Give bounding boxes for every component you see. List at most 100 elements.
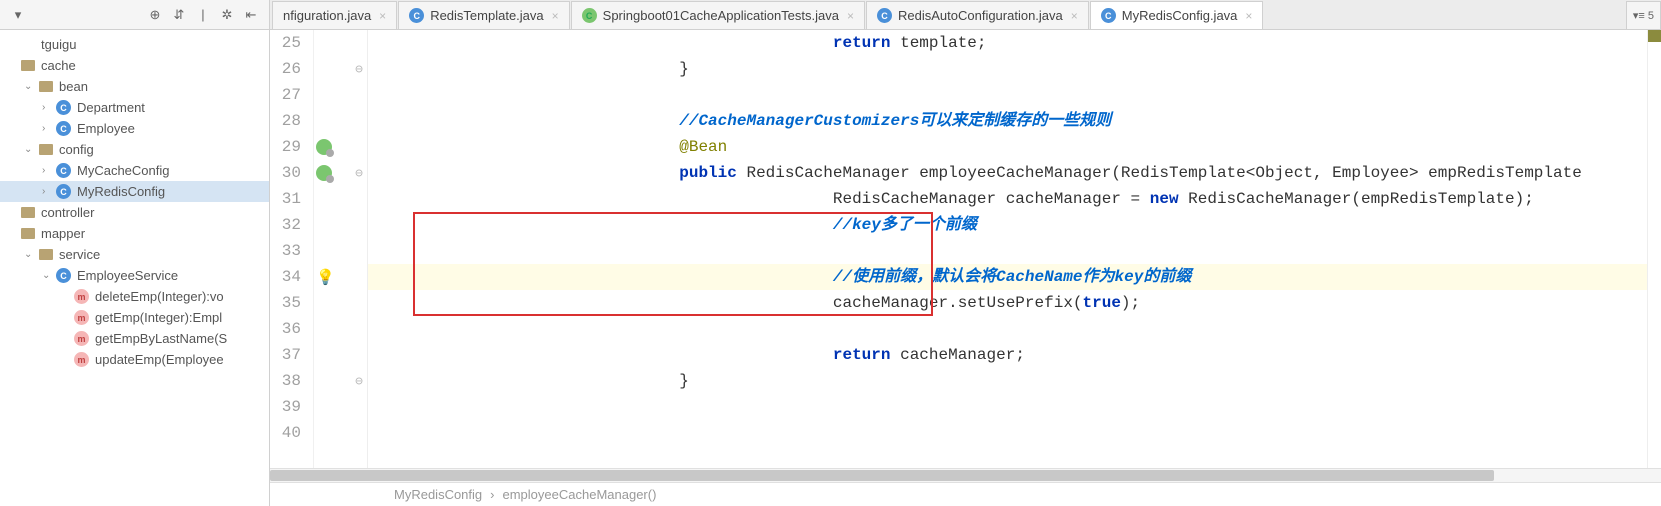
line-number[interactable]: 38 [270, 368, 301, 394]
scrollbar-thumb[interactable] [270, 470, 1494, 481]
tab-nfiguration-java[interactable]: nfiguration.java × [272, 1, 397, 29]
code-line[interactable]: RedisCacheManager cacheManager = new Red… [368, 186, 1647, 212]
line-number[interactable]: 30 [270, 160, 301, 186]
folder-icon [20, 205, 35, 220]
split-icon[interactable]: ⇵ [171, 7, 187, 23]
tree-label: getEmp(Integer):Empl [95, 310, 222, 325]
chevron-icon[interactable]: ⌄ [24, 144, 36, 155]
project-tree[interactable]: tguigucache⌄bean›CDepartment›CEmployee⌄c… [0, 30, 270, 506]
gear-icon[interactable]: ✲ [219, 7, 235, 23]
code-line[interactable] [368, 82, 1647, 108]
editor-right-rail[interactable] [1647, 30, 1661, 468]
target-icon[interactable]: ⊕ [147, 7, 163, 23]
line-number[interactable]: 36 [270, 316, 301, 342]
close-icon[interactable]: × [1245, 9, 1252, 23]
chevron-icon[interactable]: › [42, 165, 54, 176]
chevron-icon[interactable]: ⌄ [24, 81, 36, 92]
tree-item-mycacheconfig[interactable]: ›CMyCacheConfig [0, 160, 269, 181]
folder-icon [38, 142, 53, 157]
tree-item-employee[interactable]: ›CEmployee [0, 118, 269, 139]
code-line[interactable] [368, 420, 1647, 446]
tree-item-getempbylastname-s[interactable]: mgetEmpByLastName(S [0, 328, 269, 349]
tree-item-cache[interactable]: cache [0, 55, 269, 76]
chevron-icon[interactable]: › [42, 123, 54, 134]
fold-icon[interactable]: ⊖ [355, 374, 363, 389]
line-number[interactable]: 35 [270, 290, 301, 316]
collapse-icon[interactable]: ⇤ [243, 7, 259, 23]
line-number[interactable]: 33 [270, 238, 301, 264]
line-number[interactable]: 29 [270, 134, 301, 160]
tree-item-config[interactable]: ⌄config [0, 139, 269, 160]
code-line[interactable]: return cacheManager; [368, 342, 1647, 368]
method-icon: m [74, 289, 89, 304]
tab-overflow-button[interactable]: ▾≡ 5 [1626, 1, 1661, 29]
tab-redisautoconfiguration-java[interactable]: CRedisAutoConfiguration.java× [866, 1, 1089, 29]
inspection-indicator[interactable] [1648, 30, 1661, 42]
intention-bulb-icon[interactable]: 💡 [316, 268, 335, 287]
line-number[interactable]: 40 [270, 420, 301, 446]
horizontal-scrollbar[interactable] [270, 468, 1661, 482]
chevron-icon[interactable]: ⌄ [24, 249, 36, 260]
tree-item-service[interactable]: ⌄service [0, 244, 269, 265]
class-icon: C [56, 184, 71, 199]
spring-bean-icon[interactable] [316, 165, 332, 181]
code-line[interactable]: //key多了一个前缀 [368, 212, 1647, 238]
code-content[interactable]: return template; } //CacheManagerCustomi… [368, 30, 1647, 468]
code-line[interactable]: } [368, 56, 1647, 82]
editor-area: 25262728293031323334353637383940 ⊖ ⊖ 💡 ⊖ re… [270, 30, 1661, 506]
line-number[interactable]: 32 [270, 212, 301, 238]
breadcrumb-class[interactable]: MyRedisConfig [390, 487, 486, 502]
line-number[interactable]: 39 [270, 394, 301, 420]
code-line[interactable] [368, 316, 1647, 342]
line-number[interactable]: 27 [270, 82, 301, 108]
line-number[interactable]: 25 [270, 30, 301, 56]
close-icon[interactable]: × [379, 9, 386, 23]
tab-springboot01cacheapplicationtests-java[interactable]: CSpringboot01CacheApplicationTests.java× [571, 1, 865, 29]
breadcrumb[interactable]: MyRedisConfig › employeeCacheManager() [270, 482, 1661, 506]
chevron-icon[interactable]: › [42, 186, 54, 197]
dropdown-icon[interactable]: ▾ [10, 7, 26, 23]
code-line[interactable]: @Bean [368, 134, 1647, 160]
gutter-marker-row [314, 186, 367, 212]
tree-item-department[interactable]: ›CDepartment [0, 97, 269, 118]
folder-icon [38, 79, 53, 94]
tree-item-myredisconfig[interactable]: ›CMyRedisConfig [0, 181, 269, 202]
line-number[interactable]: 26 [270, 56, 301, 82]
spring-bean-icon[interactable] [316, 139, 332, 155]
line-number[interactable]: 31 [270, 186, 301, 212]
code-line[interactable]: cacheManager.setUsePrefix(true); [368, 290, 1647, 316]
tree-item-updateemp-employee[interactable]: mupdateEmp(Employee [0, 349, 269, 370]
chevron-icon[interactable]: ⌄ [42, 270, 54, 281]
code-line[interactable]: //CacheManagerCustomizers可以来定制缓存的一些规则 [368, 108, 1647, 134]
line-number[interactable]: 37 [270, 342, 301, 368]
tab-myredisconfig-java[interactable]: CMyRedisConfig.java× [1090, 1, 1264, 29]
code-line[interactable]: } [368, 368, 1647, 394]
code-line[interactable]: //使用前缀，默认会将CacheName作为key的前缀 [368, 264, 1647, 290]
fold-icon[interactable]: ⊖ [355, 166, 363, 181]
tree-item-getemp-integer-empl[interactable]: mgetEmp(Integer):Empl [0, 307, 269, 328]
breadcrumb-method[interactable]: employeeCacheManager() [499, 487, 661, 502]
tree-item-bean[interactable]: ⌄bean [0, 76, 269, 97]
tree-item-mapper[interactable]: mapper [0, 223, 269, 244]
method-icon: m [74, 331, 89, 346]
line-number[interactable]: 28 [270, 108, 301, 134]
line-number[interactable]: 34 [270, 264, 301, 290]
tab-redistemplate-java[interactable]: CRedisTemplate.java× [398, 1, 569, 29]
code-line[interactable] [368, 394, 1647, 420]
tree-item-tguigu[interactable]: tguigu [0, 34, 269, 55]
close-icon[interactable]: × [1071, 9, 1078, 23]
code-line[interactable] [368, 238, 1647, 264]
close-icon[interactable]: × [552, 9, 559, 23]
tree-item-employeeservice[interactable]: ⌄CEmployeeService [0, 265, 269, 286]
code-line[interactable]: public RedisCacheManager employeeCacheMa… [368, 160, 1647, 186]
tree-item-deleteemp-integer-vo[interactable]: mdeleteEmp(Integer):vo [0, 286, 269, 307]
gutter-marker-row [314, 238, 367, 264]
tab-label: nfiguration.java [283, 8, 371, 23]
tree-label: MyCacheConfig [77, 163, 170, 178]
fold-icon[interactable]: ⊖ [355, 62, 363, 77]
folder-icon [20, 226, 35, 241]
tree-item-controller[interactable]: controller [0, 202, 269, 223]
chevron-icon[interactable]: › [42, 102, 54, 113]
close-icon[interactable]: × [847, 9, 854, 23]
code-line[interactable]: return template; [368, 30, 1647, 56]
